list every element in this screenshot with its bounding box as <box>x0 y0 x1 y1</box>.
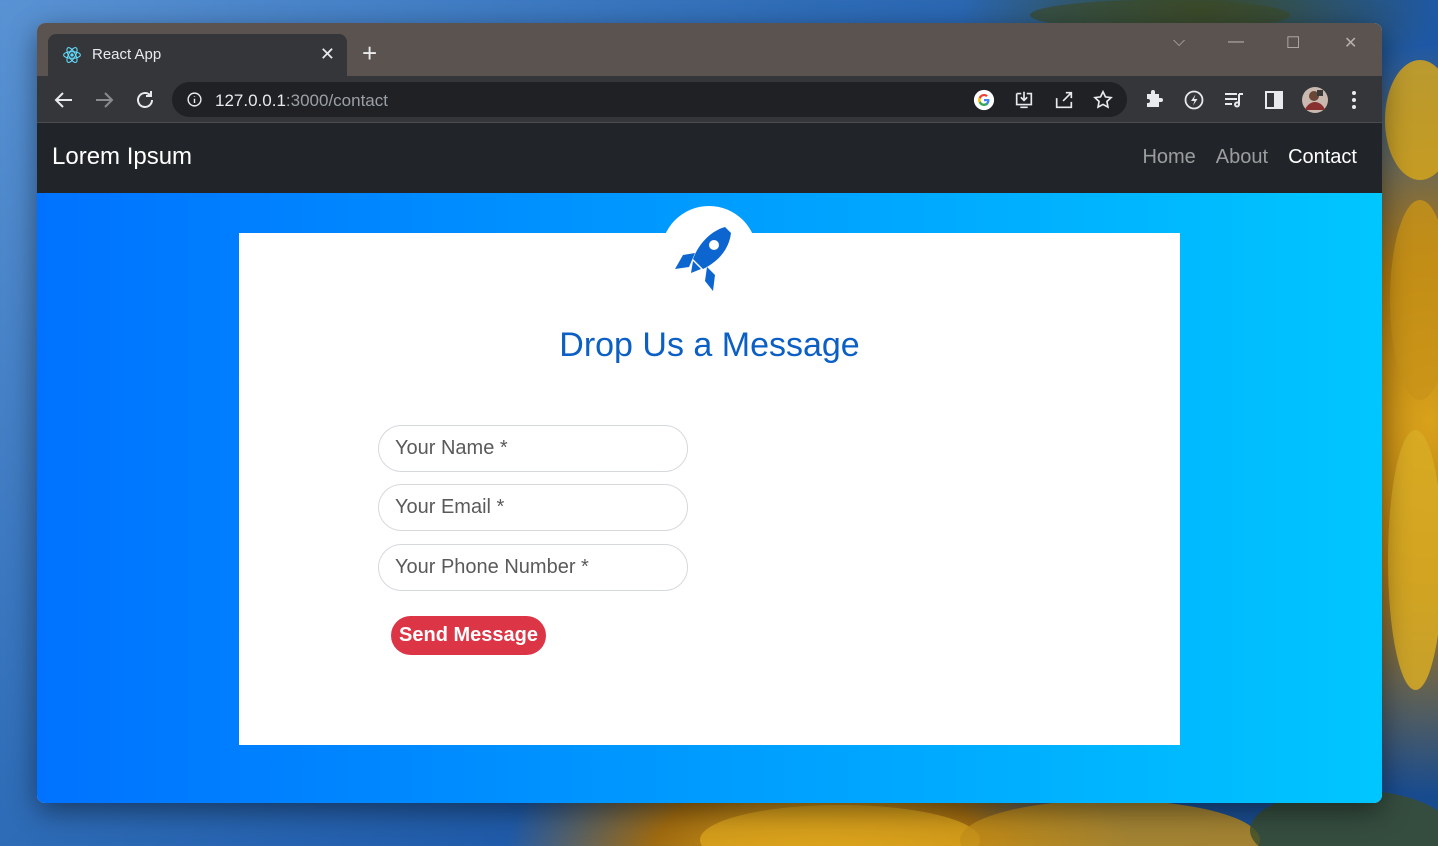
star-icon[interactable] <box>1092 89 1114 111</box>
reload-icon[interactable] <box>133 88 157 112</box>
nav-link-home[interactable]: Home <box>1142 146 1195 169</box>
sidepanel-icon[interactable] <box>1262 88 1286 112</box>
phone-field[interactable] <box>378 544 688 591</box>
address-bar[interactable]: 127.0.0.1:3000/contact <box>172 82 1127 117</box>
menu-icon[interactable] <box>1342 88 1366 112</box>
wallpaper-foliage <box>700 805 980 846</box>
name-field[interactable] <box>378 425 688 472</box>
nav-link-contact[interactable]: Contact <box>1288 146 1357 169</box>
tab-title: React App <box>92 46 162 63</box>
contact-section: Drop Us a Message Send Message <box>37 193 1382 803</box>
url-text[interactable]: 127.0.0.1:3000/contact <box>215 91 388 111</box>
navbar-brand[interactable]: Lorem Ipsum <box>52 143 192 171</box>
wallpaper-foliage <box>960 800 1260 846</box>
back-arrow-icon[interactable] <box>52 88 76 112</box>
react-favicon <box>63 47 81 63</box>
info-icon[interactable] <box>186 91 203 108</box>
maximize-button[interactable]: ☐ <box>1286 33 1300 53</box>
send-message-button[interactable]: Send Message <box>391 616 546 655</box>
tab-react-app[interactable]: React App ✕ <box>48 34 347 77</box>
share-icon[interactable] <box>1053 89 1075 111</box>
form-heading: Drop Us a Message <box>559 326 860 364</box>
install-icon[interactable] <box>1013 89 1035 111</box>
browser-window: React App ✕ + ⌵ — ☐ ✕ 127.0.0.1:3000/con… <box>37 23 1382 803</box>
google-icon[interactable] <box>973 89 995 111</box>
new-tab-button[interactable]: + <box>362 40 377 66</box>
minimize-button[interactable]: — <box>1228 33 1244 51</box>
wallpaper-foliage <box>1385 60 1438 180</box>
performance-icon[interactable] <box>1182 88 1206 112</box>
url-host: 127.0.0.1 <box>215 91 286 110</box>
nav-links: Home About Contact <box>1142 146 1357 169</box>
email-field[interactable] <box>378 484 688 531</box>
browser-toolbar: 127.0.0.1:3000/contact <box>37 76 1382 123</box>
media-icon[interactable] <box>1222 88 1246 112</box>
profile-avatar[interactable] <box>1301 86 1329 114</box>
tab-search-icon[interactable]: ⌵ <box>1173 33 1185 51</box>
wallpaper-foliage <box>1390 200 1438 400</box>
site-navbar: Lorem Ipsum Home About Contact <box>37 123 1382 193</box>
close-window-button[interactable]: ✕ <box>1344 33 1357 53</box>
tab-close-icon[interactable]: ✕ <box>320 44 335 64</box>
forward-arrow-icon[interactable] <box>92 88 116 112</box>
tab-strip: React App ✕ + ⌵ — ☐ ✕ <box>37 23 1382 77</box>
nav-link-about[interactable]: About <box>1216 146 1268 169</box>
extensions-icon[interactable] <box>1142 88 1166 112</box>
rocket-badge <box>661 206 757 302</box>
contact-card: Drop Us a Message Send Message <box>239 206 1180 745</box>
rocket-icon <box>675 227 731 291</box>
url-path: :3000/contact <box>285 91 388 110</box>
wallpaper-foliage <box>1388 430 1438 690</box>
